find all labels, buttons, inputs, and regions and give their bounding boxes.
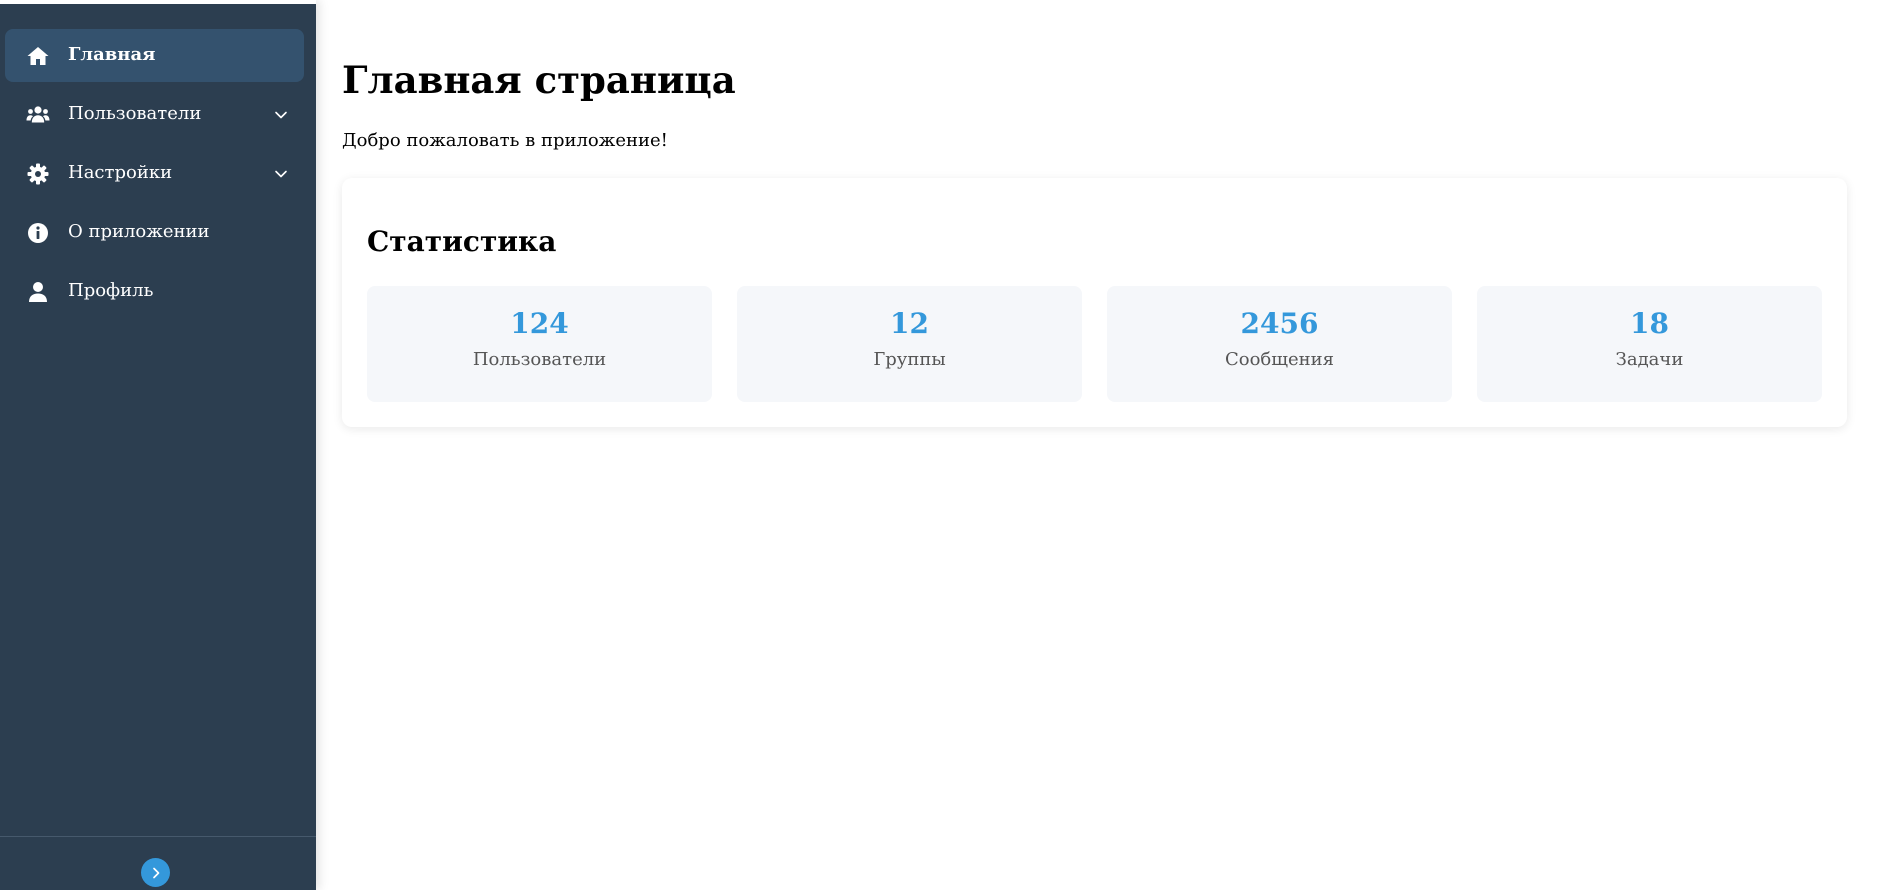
stat-card-messages: 2456 Сообщения bbox=[1107, 286, 1452, 402]
stat-label: Задачи bbox=[1615, 349, 1684, 370]
welcome-text: Добро пожаловать в приложение! bbox=[342, 130, 668, 151]
stat-value: 12 bbox=[890, 307, 929, 340]
stat-card-users: 124 Пользователи bbox=[367, 286, 712, 402]
sidebar-item-about[interactable]: О приложении bbox=[5, 206, 304, 259]
chevron-down-icon[interactable] bbox=[274, 108, 288, 122]
chevron-down-icon[interactable] bbox=[274, 167, 288, 181]
stat-label: Группы bbox=[873, 349, 946, 370]
sidebar-item-label: Главная bbox=[68, 44, 156, 65]
stat-label: Пользователи bbox=[472, 349, 607, 370]
stat-value: 2456 bbox=[1240, 307, 1319, 340]
stats-card: Статистика 124 Пользователи 12 Группы 24… bbox=[342, 178, 1847, 427]
sidebar-nav: Главная Пользователи Настройки О приложе… bbox=[0, 29, 316, 324]
sidebar-footer bbox=[0, 836, 316, 890]
sidebar-item-users[interactable]: Пользователи bbox=[5, 88, 304, 141]
sidebar-item-settings[interactable]: Настройки bbox=[5, 147, 304, 200]
sidebar-item-label: Профиль bbox=[68, 280, 154, 301]
user-icon bbox=[29, 282, 47, 302]
sidebar-item-profile[interactable]: Профиль bbox=[5, 265, 304, 318]
stats-title: Статистика bbox=[367, 225, 557, 258]
stat-card-groups: 12 Группы bbox=[737, 286, 1082, 402]
home-icon bbox=[27, 47, 49, 65]
app: Главная Пользователи Настройки О приложе… bbox=[0, 0, 1883, 890]
gear-icon bbox=[27, 163, 49, 185]
stat-label: Сообщения bbox=[1224, 349, 1335, 370]
stat-value: 18 bbox=[1630, 307, 1669, 340]
sidebar-item-label: Пользователи bbox=[68, 103, 202, 124]
sidebar-item-label: О приложении bbox=[68, 221, 210, 242]
main-content: Главная страница Добро пожаловать в прил… bbox=[342, 0, 1847, 890]
sidebar-item-home[interactable]: Главная bbox=[5, 29, 304, 82]
chevron-right-icon bbox=[152, 867, 159, 878]
page-title: Главная страница bbox=[342, 58, 736, 102]
stats-grid: 124 Пользователи 12 Группы 2456 Сообщени… bbox=[367, 286, 1822, 402]
sidebar-item-label: Настройки bbox=[68, 162, 173, 183]
info-icon bbox=[28, 223, 48, 243]
sidebar-toggle-button[interactable] bbox=[141, 858, 170, 887]
stat-value: 124 bbox=[510, 307, 569, 340]
stat-card-tasks: 18 Задачи bbox=[1477, 286, 1822, 402]
users-icon bbox=[26, 106, 50, 123]
sidebar: Главная Пользователи Настройки О приложе… bbox=[0, 0, 316, 890]
